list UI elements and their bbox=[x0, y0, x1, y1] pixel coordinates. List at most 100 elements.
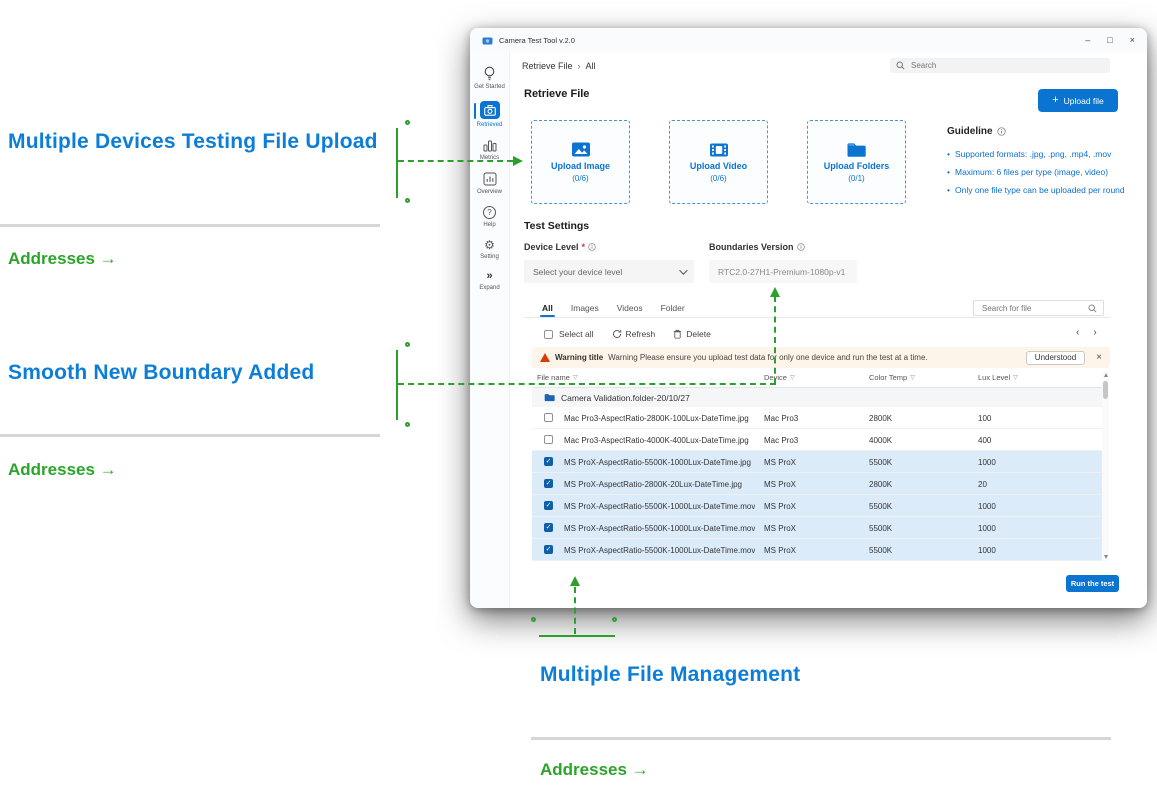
table-row[interactable]: ✓ MS ProX-AspectRatio-2800K-20Lux-DateTim… bbox=[532, 473, 1103, 495]
cell-device: Mac Pro3 bbox=[764, 414, 799, 423]
boundaries-version-field[interactable] bbox=[709, 260, 857, 283]
tab-videos[interactable]: Videos bbox=[617, 303, 643, 317]
run-test-button[interactable]: Run the test bbox=[1066, 575, 1119, 592]
folder-name: Camera Validation.folder-20/10/27 bbox=[561, 392, 690, 403]
tab-folder[interactable]: Folder bbox=[661, 303, 685, 317]
table-row[interactable]: Mac Pro3-AspectRatio-2800K-100Lux-DateTi… bbox=[532, 407, 1103, 429]
table-row[interactable]: Mac Pro3-AspectRatio-4000K-400Lux-DateTi… bbox=[532, 429, 1103, 451]
cell-device: MS ProX bbox=[764, 524, 797, 533]
filter-icon[interactable]: ▽ bbox=[790, 374, 795, 381]
cell-file-name: MS ProX-AspectRatio-2800K-20Lux-DateTime… bbox=[564, 480, 743, 489]
callout-title-boundary: Smooth New Boundary Added bbox=[8, 361, 315, 384]
cell-file-name: MS ProX-AspectRatio-5500K-1000Lux-DateTi… bbox=[564, 458, 751, 467]
search-input[interactable] bbox=[909, 60, 1104, 71]
sidebar: Get Started Retrieved Metrics Overview ?… bbox=[470, 52, 510, 608]
column-lux-level[interactable]: Lux Level ▽ bbox=[978, 373, 1018, 382]
required-asterisk: * bbox=[581, 242, 586, 252]
next-page-button[interactable]: › bbox=[1093, 327, 1096, 338]
app-window: Camera Test Tool v.2.0 – □ × Get Started bbox=[470, 28, 1147, 608]
cell-lux-level: 1000 bbox=[978, 524, 996, 533]
upload-file-button[interactable]: + Upload file bbox=[1038, 89, 1118, 112]
select-all-label[interactable]: Select all bbox=[559, 329, 594, 339]
sidebar-item-help[interactable]: ? Help bbox=[470, 201, 509, 234]
table-row[interactable]: ✓ MS ProX-AspectRatio-5500K-1000Lux-DateT… bbox=[532, 495, 1103, 517]
connector-circle bbox=[405, 198, 410, 203]
breadcrumb-level-1[interactable]: Retrieve File bbox=[522, 61, 573, 71]
warning-title: Warning title bbox=[555, 353, 604, 362]
table-row[interactable]: ✓ MS ProX-AspectRatio-5500K-1000Lux-DateT… bbox=[532, 517, 1103, 539]
test-settings-title: Test Settings bbox=[524, 220, 590, 232]
table-row[interactable]: ✓ MS ProX-AspectRatio-5500K-1000Lux-DateT… bbox=[532, 539, 1103, 561]
understood-button[interactable]: Understood bbox=[1025, 350, 1086, 365]
dismiss-warning-icon[interactable]: × bbox=[1096, 352, 1102, 363]
device-level-select[interactable]: Select your device level bbox=[524, 260, 694, 283]
table-scrollbar[interactable] bbox=[1102, 370, 1109, 562]
sidebar-item-overview[interactable]: Overview bbox=[470, 167, 509, 201]
cell-lux-level: 1000 bbox=[978, 546, 996, 555]
minimize-button[interactable]: – bbox=[1085, 35, 1090, 45]
cell-device: MS ProX bbox=[764, 480, 797, 489]
column-color-temp[interactable]: Color Temp ▽ bbox=[869, 373, 915, 382]
filter-icon[interactable]: ▽ bbox=[910, 374, 915, 381]
guideline-list: • Supported formats: .jpg, .png, .mp4, .m… bbox=[947, 145, 1132, 199]
sidebar-item-retrieved[interactable]: Retrieved bbox=[470, 96, 509, 134]
help-icon: ? bbox=[483, 206, 496, 219]
select-all-checkbox[interactable] bbox=[544, 329, 553, 339]
sidebar-item-label: Overview bbox=[476, 189, 502, 195]
tab-images[interactable]: Images bbox=[571, 303, 599, 317]
prev-page-button[interactable]: ‹ bbox=[1076, 327, 1079, 338]
breadcrumb-separator: › bbox=[577, 60, 581, 71]
row-checkbox[interactable] bbox=[544, 413, 553, 422]
warning-message: Warning Please ensure you upload test da… bbox=[608, 353, 928, 362]
cell-file-name: MS ProX-AspectRatio-5500K-1000Lux-DateTi… bbox=[564, 524, 756, 533]
close-button[interactable]: × bbox=[1130, 35, 1135, 45]
folder-row[interactable]: Camera Validation.folder-20/10/27 bbox=[532, 388, 1103, 407]
sidebar-item-get-started[interactable]: Get Started bbox=[470, 61, 509, 96]
cell-color-temp: 5500K bbox=[869, 546, 893, 555]
scrollbar-thumb[interactable] bbox=[1103, 381, 1108, 399]
row-checkbox[interactable]: ✓ bbox=[544, 523, 553, 532]
tab-all[interactable]: All bbox=[540, 303, 555, 317]
connector-circle bbox=[612, 617, 617, 622]
filter-icon[interactable]: ▽ bbox=[1013, 374, 1018, 381]
upload-video-card[interactable]: Upload Video (0/6) bbox=[669, 120, 768, 204]
row-checkbox[interactable]: ✓ bbox=[544, 457, 553, 466]
row-checkbox[interactable]: ✓ bbox=[544, 501, 553, 510]
breadcrumb-level-2[interactable]: All bbox=[586, 61, 596, 71]
maximize-button[interactable]: □ bbox=[1107, 35, 1112, 45]
file-search[interactable] bbox=[973, 300, 1104, 316]
cell-color-temp: 5500K bbox=[869, 502, 893, 511]
gear-icon: ⚙ bbox=[484, 238, 495, 252]
sidebar-item-setting[interactable]: ⚙ Setting bbox=[470, 234, 509, 266]
cell-device: Mac Pro3 bbox=[764, 436, 799, 445]
connector-circle bbox=[405, 422, 410, 427]
guideline-bullet: • Maximum: 6 files per type (image, video… bbox=[947, 167, 1109, 177]
sidebar-item-metrics[interactable]: Metrics bbox=[470, 134, 509, 167]
info-icon bbox=[796, 243, 805, 251]
table-header: File name ▽ Device ▽ Color Temp ▽ Lux Level… bbox=[532, 369, 1103, 388]
connector-line bbox=[396, 350, 398, 420]
column-file-name[interactable]: File name ▽ bbox=[537, 373, 578, 382]
upload-folders-card[interactable]: Upload Folders (0/1) bbox=[807, 120, 906, 204]
card-count: (0/1) bbox=[848, 174, 865, 183]
table-row[interactable]: ✓ MS ProX-AspectRatio-5500K-1000Lux-DateT… bbox=[532, 451, 1103, 473]
scroll-up-icon[interactable] bbox=[1103, 373, 1108, 377]
upload-image-card[interactable]: Upload Image (0/6) bbox=[531, 120, 630, 204]
refresh-button[interactable]: Refresh bbox=[612, 329, 655, 339]
sidebar-item-expand[interactable]: » Expand bbox=[470, 266, 509, 297]
sidebar-item-label: Retrieved bbox=[476, 122, 503, 128]
delete-button[interactable]: Delete bbox=[673, 329, 711, 339]
search-icon bbox=[896, 61, 905, 70]
scroll-down-icon[interactable] bbox=[1103, 555, 1108, 559]
card-label: Upload Folders bbox=[823, 161, 890, 171]
row-checkbox[interactable] bbox=[544, 435, 553, 444]
file-search-input[interactable] bbox=[980, 302, 1084, 314]
sidebar-item-label: Help bbox=[483, 222, 496, 228]
folder-icon bbox=[847, 143, 866, 157]
global-search[interactable] bbox=[890, 58, 1110, 73]
column-device[interactable]: Device ▽ bbox=[764, 373, 795, 382]
row-checkbox[interactable]: ✓ bbox=[544, 479, 553, 488]
row-checkbox[interactable]: ✓ bbox=[544, 545, 553, 554]
connector-circle bbox=[405, 120, 410, 125]
filter-icon[interactable]: ▽ bbox=[573, 374, 578, 381]
